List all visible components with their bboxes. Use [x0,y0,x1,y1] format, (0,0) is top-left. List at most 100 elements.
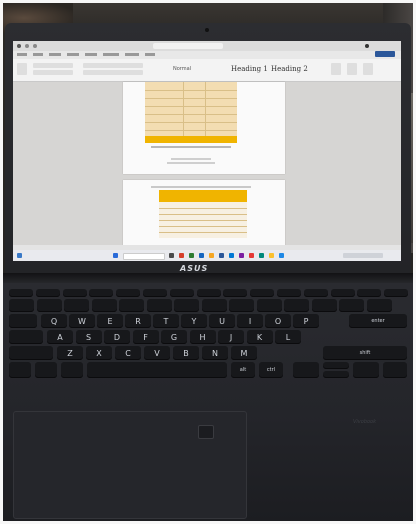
key-s[interactable]: S [75,330,102,344]
key-d[interactable]: D [104,330,130,344]
arrow-right-key[interactable] [353,362,379,378]
key-a[interactable]: A [47,330,73,344]
alignment-buttons[interactable] [83,70,143,75]
key-g[interactable]: G [161,330,187,344]
space-bar[interactable] [87,362,227,378]
style-normal[interactable]: Normal [173,66,191,72]
number-key[interactable] [36,299,62,312]
number-key[interactable] [339,299,364,312]
function-key[interactable] [357,289,382,297]
app-icon[interactable] [239,253,244,258]
number-key[interactable] [284,299,309,312]
key-f[interactable]: F [132,330,159,344]
key-r[interactable]: R [125,314,151,328]
key-e[interactable]: E [97,314,123,328]
windows-key[interactable] [35,362,57,378]
style-heading-2[interactable]: Heading 2 [271,65,308,73]
key-q[interactable]: Q [41,314,67,328]
left-shift-key[interactable] [9,346,53,360]
function-key[interactable] [9,289,33,297]
font-name-box[interactable] [33,63,73,68]
arrow-up-key[interactable] [323,362,349,369]
task-view-icon[interactable] [169,253,174,258]
function-key[interactable] [169,289,194,297]
key-z[interactable]: Z [57,346,83,360]
function-key[interactable] [35,289,60,297]
number-key[interactable] [366,299,392,312]
number-key[interactable] [146,299,172,312]
app-icon[interactable] [199,253,204,258]
key-u[interactable]: U [209,314,235,328]
system-tray[interactable] [343,253,383,258]
function-key[interactable] [303,289,328,297]
key-o[interactable]: O [265,314,291,328]
key-n[interactable]: N [202,346,228,360]
file-explorer-icon[interactable] [209,253,214,258]
right-ctrl-key[interactable]: ctrl [259,362,283,378]
key-m[interactable]: M [231,346,257,360]
fn-key[interactable] [383,362,407,378]
key-k[interactable]: K [246,330,273,344]
number-key[interactable] [9,299,34,312]
left-alt-key[interactable] [61,362,83,378]
style-heading-1[interactable]: Heading 1 [231,65,268,73]
search-box[interactable] [153,43,223,49]
save-icon[interactable] [25,44,29,48]
number-key[interactable] [91,299,117,312]
app-icon[interactable] [179,253,184,258]
find-icon[interactable] [331,63,341,75]
enter-key[interactable]: enter [349,314,407,328]
start-icon[interactable] [113,253,118,258]
key-x[interactable]: X [86,346,112,360]
undo-icon[interactable] [33,44,37,48]
key-y[interactable]: Y [181,314,207,328]
app-icon[interactable] [259,253,264,258]
key-i[interactable]: I [237,314,263,328]
avatar[interactable] [365,44,369,48]
function-key[interactable] [89,289,114,297]
key-b[interactable]: B [173,346,199,360]
app-icon[interactable] [279,253,284,258]
function-key[interactable] [116,289,141,297]
dictate-icon[interactable] [347,63,357,75]
app-icon[interactable] [269,253,274,258]
key-t[interactable]: T [153,314,179,328]
function-key[interactable] [277,289,301,297]
number-key[interactable] [201,299,227,312]
left-ctrl-key[interactable] [9,362,31,378]
arrow-down-key[interactable] [323,371,349,378]
function-key[interactable] [143,289,167,297]
tab-key[interactable] [9,314,37,328]
function-key[interactable] [330,289,355,297]
weather-icon[interactable] [17,253,22,258]
editor-icon[interactable] [363,63,373,75]
number-key[interactable] [174,299,199,312]
number-key[interactable] [64,299,89,312]
share-button[interactable] [375,51,395,57]
app-icon[interactable] [249,253,254,258]
number-key[interactable] [256,299,282,312]
fingerprint-icon[interactable] [198,425,214,439]
arrow-left-key[interactable] [293,362,319,378]
taskbar-search[interactable] [123,253,165,260]
edge-icon[interactable] [229,253,234,258]
key-l[interactable]: L [275,330,301,344]
right-alt-key[interactable]: alt [231,362,255,378]
right-shift-key[interactable]: shift [323,346,407,360]
laptop-screen[interactable]: Normal Heading 1 Heading 2 [13,41,401,261]
caps-lock-key[interactable] [9,330,43,344]
app-icon[interactable] [189,253,194,258]
paste-icon[interactable] [17,63,27,75]
function-key[interactable] [62,289,87,297]
key-w[interactable]: W [69,314,95,328]
number-key[interactable] [311,299,337,312]
font-format-buttons[interactable] [33,70,73,75]
word-icon[interactable] [219,253,224,258]
key-v[interactable]: V [144,346,170,360]
function-key[interactable] [223,289,248,297]
function-key[interactable] [384,289,409,297]
function-key[interactable] [250,289,275,297]
paragraph-buttons[interactable] [83,63,143,68]
number-key[interactable] [229,299,254,312]
number-key[interactable] [119,299,144,312]
